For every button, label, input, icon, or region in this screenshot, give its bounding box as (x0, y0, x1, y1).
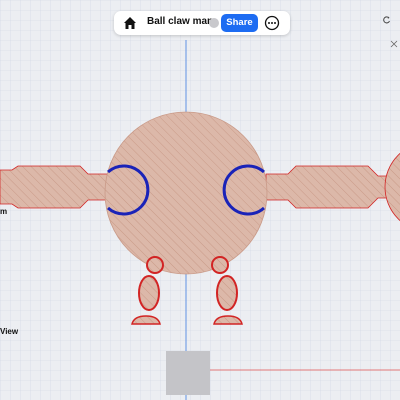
chevron-down-icon[interactable] (209, 18, 219, 28)
more-options-icon[interactable] (264, 15, 280, 31)
partial-panel-label: m (0, 207, 8, 216)
design-canvas[interactable] (0, 0, 400, 400)
share-button[interactable]: Share (221, 14, 258, 32)
left-leg-part[interactable] (138, 275, 160, 311)
home-icon[interactable] (122, 15, 138, 31)
handle-icon[interactable] (390, 40, 398, 48)
right-leg-part[interactable] (216, 275, 238, 311)
right-knee-joint[interactable] (211, 256, 229, 274)
left-knee-joint[interactable] (146, 256, 164, 274)
selection-box[interactable] (166, 351, 210, 395)
partial-view-label[interactable]: View (0, 327, 18, 336)
document-title[interactable]: Ball claw man (147, 16, 213, 27)
body-ball[interactable] (104, 111, 268, 275)
rotate-icon[interactable] (383, 16, 391, 24)
document-toolbar: Ball claw man Share (114, 11, 290, 35)
